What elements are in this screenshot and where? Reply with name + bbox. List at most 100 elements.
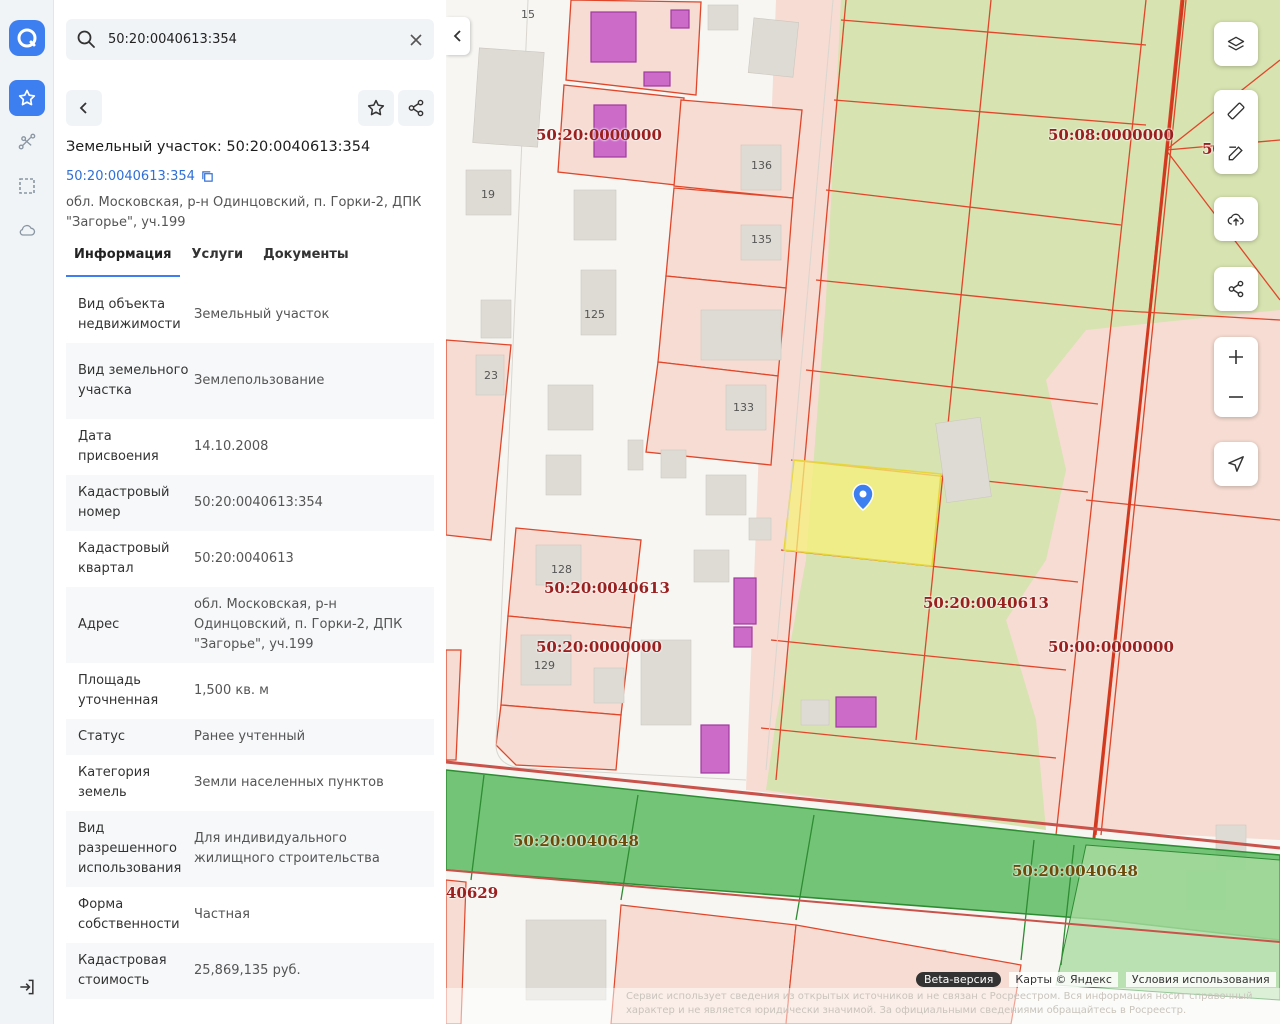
info-row: Вид объекта недвижимости Земельный участо… xyxy=(66,287,434,343)
tab-documents[interactable]: Документы xyxy=(255,243,357,277)
chevron-left-icon xyxy=(453,30,461,42)
cadastral-number-text[interactable]: 50:20:0040613:354 xyxy=(66,169,195,184)
house-number: 128 xyxy=(551,563,572,576)
favorites-nav-icon[interactable] xyxy=(9,80,45,116)
logout-icon[interactable] xyxy=(9,969,45,1005)
map-view[interactable]: 15 19 136 135 125 23 133 128 129 50:20:0… xyxy=(446,0,1280,1024)
info-value: Землепользование xyxy=(194,373,325,388)
pencil-icon xyxy=(1228,146,1243,161)
layers-button[interactable] xyxy=(1214,26,1258,62)
house-number: 135 xyxy=(751,233,772,246)
search-input[interactable] xyxy=(106,19,396,60)
search-box xyxy=(66,19,434,60)
info-row: Площадь уточненная 1,500 кв. м xyxy=(66,663,434,719)
info-row: Вид разрешенного использования Для индиви… xyxy=(66,811,434,887)
info-key: Вид объекта недвижимости xyxy=(78,297,181,332)
info-value: Земельный участок xyxy=(194,307,330,322)
house-number: 133 xyxy=(733,401,754,414)
info-key: Кадастровый квартал xyxy=(78,541,170,576)
geolocation-button[interactable] xyxy=(1214,446,1258,482)
copy-icon[interactable] xyxy=(201,170,214,183)
plus-icon xyxy=(1229,350,1243,364)
info-row: Кадастровая стоимость 25,869,135 руб. xyxy=(66,943,434,999)
map-attribution: Beta-версия Карты © Яндекс Условия испол… xyxy=(916,970,1276,988)
route-nav-icon[interactable] xyxy=(9,124,45,160)
app-logo[interactable] xyxy=(9,20,45,56)
info-key: Кадастровый номер xyxy=(78,485,170,520)
info-value: Ранее учтенный xyxy=(194,729,306,744)
info-key: Дата присвоения xyxy=(78,429,159,464)
cadastral-label: 50:20:0000000 xyxy=(536,126,662,144)
layers-icon xyxy=(1227,36,1245,51)
share-icon xyxy=(408,99,424,117)
cadastral-number-link[interactable]: 50:20:0040613:354 xyxy=(66,169,214,184)
info-row: Вид земельного участка Землепользование xyxy=(66,343,434,419)
ruler-icon xyxy=(1227,102,1245,120)
left-rail xyxy=(0,0,54,1024)
info-key: Вид разрешенного использования xyxy=(78,821,182,876)
info-key: Кадастровая стоимость xyxy=(78,953,167,988)
info-table: Вид объекта недвижимости Земельный участо… xyxy=(66,287,434,999)
info-value: 14.10.2008 xyxy=(194,439,269,454)
cadastral-label: 50:20:0040648 xyxy=(513,832,639,850)
draw-button[interactable] xyxy=(1214,135,1258,171)
tab-services[interactable]: Услуги xyxy=(184,243,252,277)
measure-control xyxy=(1214,90,1258,174)
house-number: 136 xyxy=(751,159,772,172)
object-address: обл. Московская, р-н Одинцовский, п. Гор… xyxy=(66,195,422,230)
info-row: Статус Ранее учтенный xyxy=(66,719,434,755)
info-panel: Земельный участок: 50:20:0040613:354 50:… xyxy=(54,0,446,1024)
object-title: Земельный участок: 50:20:0040613:354 xyxy=(66,139,371,155)
cloud-upload-icon xyxy=(1227,213,1244,226)
collapse-panel-button[interactable] xyxy=(446,17,470,55)
search-icon xyxy=(76,29,96,53)
info-row: Категория земель Земли населенных пунктов xyxy=(66,755,434,811)
info-value: 1,500 кв. м xyxy=(194,683,269,698)
location-arrow-icon xyxy=(1228,456,1244,472)
terms-link[interactable]: Условия использования xyxy=(1125,971,1276,987)
info-row: Кадастровый квартал 50:20:0040613 xyxy=(66,531,434,587)
cadastral-label: 50:20:0040648 xyxy=(1012,862,1138,880)
clear-search-icon[interactable] xyxy=(406,30,426,50)
cadastral-label: 50:20:0040613 xyxy=(923,594,1049,612)
back-button[interactable] xyxy=(66,90,102,126)
map-share-button[interactable] xyxy=(1214,271,1258,307)
cadastral-label: 50:00:0000000 xyxy=(1048,638,1174,656)
info-row: Адрес обл. Московская, р-н Одинцовский, п… xyxy=(66,587,434,663)
tabs: Информация Услуги Документы xyxy=(66,243,361,277)
house-number: 129 xyxy=(534,659,555,672)
map-canvas[interactable] xyxy=(446,0,1280,1024)
info-key: Категория земель xyxy=(78,765,151,800)
favorite-button[interactable] xyxy=(358,90,394,126)
map-copyright[interactable]: Карты © Яндекс xyxy=(1009,971,1118,987)
area-select-nav-icon[interactable] xyxy=(9,168,45,204)
zoom-out-button[interactable] xyxy=(1214,379,1258,415)
geolocation-control xyxy=(1214,442,1258,486)
chevron-left-icon xyxy=(79,102,87,114)
layers-control xyxy=(1214,22,1258,66)
info-row: Дата присвоения 14.10.2008 xyxy=(66,419,434,475)
info-value: 50:20:0040613:354 xyxy=(194,495,323,510)
cadastral-label: 40629 xyxy=(446,884,499,902)
info-row: Кадастровый номер 50:20:0040613:354 xyxy=(66,475,434,531)
zoom-in-button[interactable] xyxy=(1214,339,1258,375)
star-icon xyxy=(367,99,385,116)
info-value: Для индивидуального жилищного строительс… xyxy=(194,831,380,866)
upload-control xyxy=(1214,197,1258,241)
info-value: Частная xyxy=(194,907,250,922)
house-number: 15 xyxy=(521,8,535,21)
cadastral-label: 50:20:0040613 xyxy=(544,579,670,597)
house-number: 19 xyxy=(481,188,495,201)
cloud-nav-icon[interactable] xyxy=(9,212,45,248)
ruler-button[interactable] xyxy=(1214,93,1258,129)
cadastral-label: 50:20:0000000 xyxy=(536,638,662,656)
minus-icon xyxy=(1229,396,1243,398)
house-number: 125 xyxy=(584,308,605,321)
info-key: Площадь уточненная xyxy=(78,673,159,708)
info-key: Вид земельного участка xyxy=(78,363,189,398)
info-value: 25,869,135 руб. xyxy=(194,963,301,978)
share-button[interactable] xyxy=(398,90,434,126)
tab-information[interactable]: Информация xyxy=(66,243,180,277)
info-row: Форма собственности Частная xyxy=(66,887,434,943)
upload-button[interactable] xyxy=(1214,201,1258,237)
